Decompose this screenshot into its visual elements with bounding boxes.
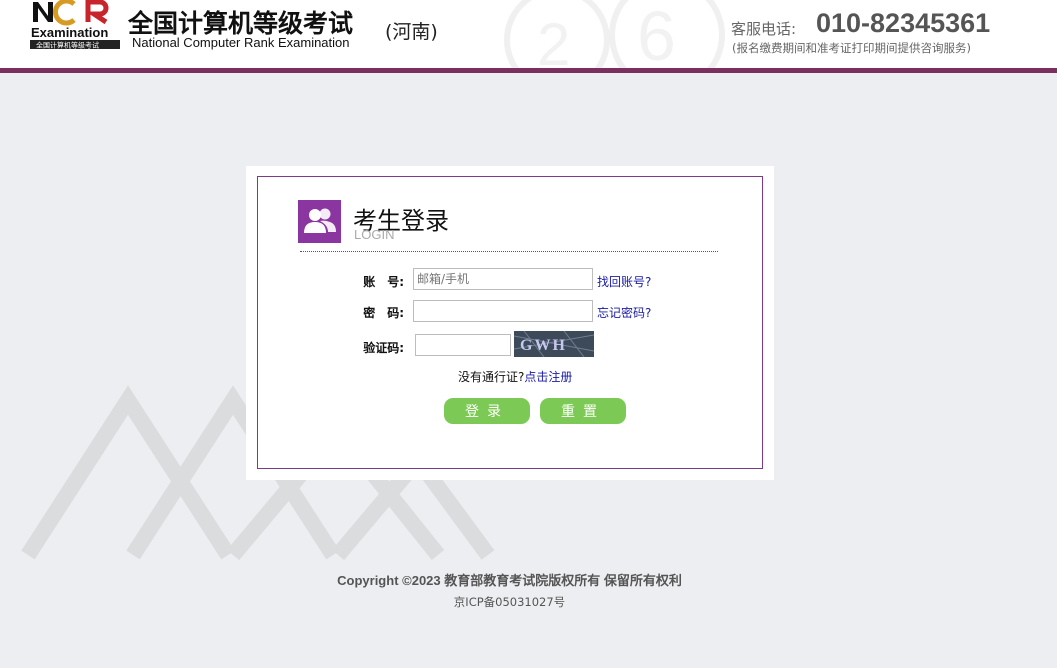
login-box: 考生登录 LOGIN 账 号: 找回账号? 密 码: 忘记密码? 验证码: GW… [257,176,763,469]
svg-text:2: 2 [537,11,570,68]
header-bar [0,68,1057,73]
register-prompt: 没有通行证? [458,370,525,384]
password-label: 密 码: [363,306,404,320]
header-decoration-icon: 6 2 [504,0,725,68]
phone-label: 客服电话: [731,20,797,38]
reset-button[interactable]: 重置 [540,398,626,424]
province-label: (河南) [385,21,438,43]
header: 6 2 Examination 全国计算机等级考试 全国计算机等级考试 Nati… [0,0,1057,68]
captcha-image[interactable]: GWH [514,331,594,357]
forgot-password-link[interactable]: 忘记密码? [597,304,651,321]
ncre-logo: Examination 全国计算机等级考试 [30,0,120,50]
password-input[interactable] [413,300,593,322]
logo-text: Examination [31,25,108,40]
login-panel: 考生登录 LOGIN 账 号: 找回账号? 密 码: 忘记密码? 验证码: GW… [246,166,774,480]
login-button[interactable]: 登录 [444,398,530,424]
captcha-label: 验证码: [363,341,404,355]
account-label: 账 号: [363,275,404,289]
footer-copyright: Copyright ©2023 教育部教育考试院版权所有 保留所有权利 [337,573,682,588]
phone-number: 010-82345361 [816,8,991,38]
register-line: 没有通行证?点击注册 [458,368,572,385]
captcha-input[interactable] [415,334,511,356]
login-divider [300,251,718,252]
find-account-link[interactable]: 找回账号? [597,273,651,290]
footer-icp: 京ICP备05031027号 [453,595,566,609]
register-link[interactable]: 点击注册 [524,370,572,384]
account-input[interactable] [413,268,593,290]
svg-text:6: 6 [637,0,676,68]
captcha-text: GWH [520,337,567,354]
site-title-en: National Computer Rank Examination [132,35,350,50]
login-subtitle: LOGIN [354,227,395,242]
logo-caption: 全国计算机等级考试 [36,41,99,50]
users-icon [298,200,341,243]
phone-note: (报名缴费期间和准考证打印期间提供咨询服务) [732,41,971,55]
